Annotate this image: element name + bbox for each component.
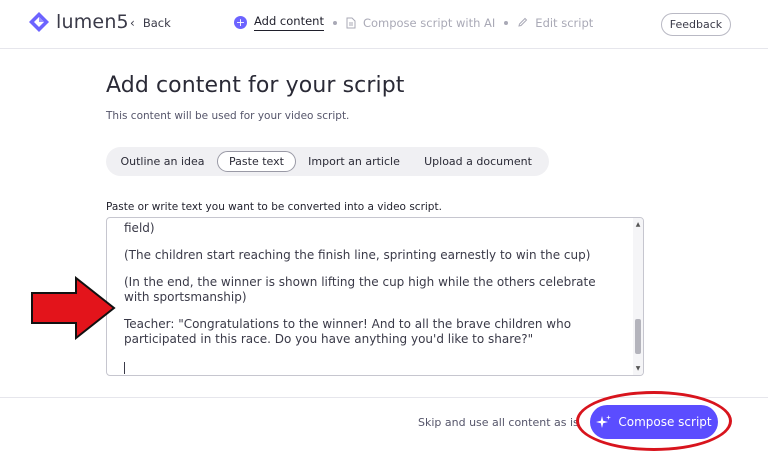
footer-divider: [0, 397, 768, 398]
logo-text: lumen5: [56, 11, 129, 33]
logo[interactable]: lumen5: [28, 11, 129, 33]
skip-link[interactable]: Skip and use all content as is: [418, 416, 579, 429]
back-label: Back: [142, 16, 171, 30]
plus-circle-icon: +: [234, 16, 247, 29]
step-separator: [332, 20, 337, 25]
chevron-left-icon: ‹: [130, 16, 135, 30]
scrollbar-thumb[interactable]: [635, 319, 641, 354]
lumen5-logo-icon: [29, 12, 49, 32]
compose-script-button[interactable]: Compose script: [590, 405, 718, 439]
scroll-down-arrow-icon[interactable]: ▼: [635, 365, 641, 372]
scroll-up-arrow-icon[interactable]: ▲: [635, 221, 641, 228]
progress-steps: + Add content Compose script with AI Edi…: [234, 14, 593, 31]
step-edit-script[interactable]: Edit script: [517, 16, 593, 30]
feedback-button[interactable]: Feedback: [661, 13, 731, 36]
text-paragraph: (In the end, the winner is shown lifting…: [124, 275, 596, 304]
back-button[interactable]: ‹ Back: [130, 16, 171, 30]
page-subtitle: This content will be used for your video…: [106, 110, 350, 122]
text-cursor: [124, 362, 125, 374]
tab-import-article[interactable]: Import an article: [299, 151, 409, 172]
text-line: field): [124, 221, 155, 235]
text-paragraph: (The children start reaching the finish …: [124, 248, 591, 262]
top-bar: lumen5 ‹ Back + Add content Compose scri…: [0, 0, 768, 49]
tab-outline-idea[interactable]: Outline an idea: [110, 151, 215, 172]
compose-label: Compose script: [618, 415, 712, 429]
red-arrow-annotation: [31, 276, 116, 340]
page-title: Add content for your script: [106, 73, 405, 98]
content-source-tabs: Outline an idea Paste text Import an art…: [106, 147, 549, 176]
step-compose-script[interactable]: Compose script with AI: [346, 16, 495, 30]
step-add-content[interactable]: + Add content: [234, 14, 324, 31]
step-label: Compose script with AI: [362, 15, 496, 30]
document-icon: [346, 17, 356, 28]
text-paragraph: Teacher: "Congratulations to the winner!…: [124, 317, 572, 346]
step-label: Edit script: [535, 15, 594, 30]
sparkle-icon: [596, 415, 612, 428]
step-label: Add content: [254, 14, 324, 31]
textarea-label: Paste or write text you want to be conve…: [106, 201, 442, 213]
script-text-input[interactable]: field) (The children start reaching the …: [106, 217, 644, 376]
tab-upload-document[interactable]: Upload a document: [413, 151, 543, 172]
step-separator: [504, 20, 509, 25]
tab-paste-text[interactable]: Paste text: [217, 151, 296, 172]
pencil-icon: [518, 17, 528, 27]
scrollbar[interactable]: ▲ ▼: [633, 218, 643, 375]
